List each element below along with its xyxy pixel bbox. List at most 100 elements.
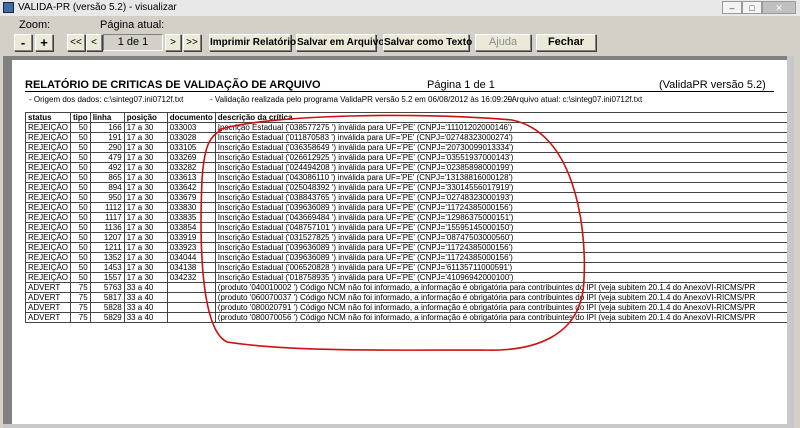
save-text-button[interactable]: Salvar como Texto	[383, 34, 472, 51]
table-cell: 865	[89, 172, 125, 183]
table-row: REJEIÇÃO 50 1453 17 a 30 034138 Inscrição Est…	[24, 262, 788, 273]
table-cell: 492	[89, 162, 125, 173]
title-bar: VALIDA-PR (versão 5.2) - visualizar – □ …	[0, 0, 800, 17]
table-cell	[166, 302, 216, 313]
table-cell: 034138	[166, 262, 216, 273]
table-cell: Inscrição Estadual ('011870583 ') inváli…	[214, 132, 788, 143]
table-cell: Inscrição Estadual ('038577275 ') inváli…	[214, 122, 788, 133]
table-cell: 50	[70, 212, 91, 223]
table-cell: 290	[89, 142, 125, 153]
table-cell: 1207	[89, 232, 125, 243]
table-cell: 033282	[166, 162, 216, 173]
table-cell: REJEIÇÃO	[24, 152, 72, 163]
vertical-scrollbar[interactable]	[787, 56, 794, 428]
table-row: REJEIÇÃO 50 1136 17 a 30 033854 Inscrição Est…	[24, 222, 788, 233]
report-viewer[interactable]: RELATÓRIO DE CRITICAS DE VALIDAÇÃO DE AR…	[3, 56, 794, 428]
table-cell: 50	[70, 252, 91, 263]
table-cell: REJEIÇÃO	[24, 222, 72, 233]
table-cell: (produto '080020791 ') Código NCM não fo…	[214, 302, 788, 313]
table-cell: 479	[89, 152, 125, 163]
table-cell: REJEIÇÃO	[24, 162, 72, 173]
table-cell: 50	[70, 132, 91, 143]
minimize-button[interactable]: –	[722, 1, 742, 14]
close-button[interactable]: Fechar	[536, 34, 596, 51]
table-cell: 75	[70, 312, 91, 323]
first-page-button[interactable]: <<	[67, 34, 85, 51]
next-page-button[interactable]: >	[165, 34, 181, 51]
table-cell: Inscrição Estadual ('039636089 ') inváli…	[214, 242, 788, 253]
table-row: ADVERT 75 5763 33 a 40 (produto '040010002 '…	[24, 282, 788, 293]
table-cell: Inscrição Estadual ('024494208 ') inváli…	[214, 162, 788, 173]
table-cell: REJEIÇÃO	[24, 172, 72, 183]
table-cell: 191	[89, 132, 125, 143]
table-cell: 033028	[166, 132, 216, 143]
zoom-out-button[interactable]: -	[14, 34, 32, 51]
horizontal-scrollbar[interactable]	[3, 424, 787, 428]
table-cell	[166, 292, 216, 303]
close-window-button[interactable]: ✕	[762, 1, 796, 14]
table-cell: 1211	[89, 242, 125, 253]
table-row: REJEIÇÃO 50 865 17 a 30 033613 Inscrição Esta…	[24, 172, 788, 183]
table-cell: 17 a 30	[123, 262, 168, 273]
table-cell: 5828	[89, 302, 125, 313]
table-cell: REJEIÇÃO	[24, 252, 72, 263]
window-title: VALIDA-PR (versão 5.2) - visualizar	[18, 2, 177, 13]
table-row: REJEIÇÃO 50 1557 17 a 30 034232 Inscrição Est…	[24, 272, 788, 283]
app-icon	[3, 2, 14, 13]
table-cell: 894	[89, 182, 125, 193]
column-header: posição	[123, 112, 168, 123]
table-row: REJEIÇÃO 50 191 17 a 30 033028 Inscrição Esta…	[24, 132, 788, 143]
table-cell: 17 a 30	[123, 182, 168, 193]
table-header-row: status tipo linha posição documento descrição…	[24, 112, 788, 123]
table-cell: 1453	[89, 262, 125, 273]
table-cell: 17 a 30	[123, 152, 168, 163]
table-cell: 50	[70, 272, 91, 283]
table-row: REJEIÇÃO 50 492 17 a 30 033282 Inscrição Esta…	[24, 162, 788, 173]
table-cell: Inscrição Estadual ('039636089 ') inváli…	[214, 202, 788, 213]
table-cell: 17 a 30	[123, 252, 168, 263]
table-cell: 033835	[166, 212, 216, 223]
report-origin: - Origem dos dados: c:\sinteg07.ini0712f…	[29, 95, 184, 104]
table-row: REJEIÇÃO 50 950 17 a 30 033679 Inscrição Esta…	[24, 192, 788, 203]
table-cell: 75	[70, 292, 91, 303]
report-page: RELATÓRIO DE CRITICAS DE VALIDAÇÃO DE AR…	[12, 60, 788, 424]
table-cell: Inscrição Estadual ('043669484 ') inváli…	[214, 212, 788, 223]
table-cell: 50	[70, 162, 91, 173]
table-cell: 1352	[89, 252, 125, 263]
table-cell: REJEIÇÃO	[24, 262, 72, 273]
help-button[interactable]: Ajuda	[475, 34, 531, 51]
table-row: ADVERT 75 5828 33 a 40 (produto '080020791 '…	[24, 302, 788, 313]
table-cell: 17 a 30	[123, 162, 168, 173]
table-cell: 033923	[166, 242, 216, 253]
table-cell: 33 a 40	[123, 292, 168, 303]
table-cell: 50	[70, 222, 91, 233]
zoom-in-button[interactable]: +	[35, 34, 53, 51]
table-cell: 75	[70, 282, 91, 293]
table-cell	[166, 282, 216, 293]
table-cell: Inscrição Estadual ('043086110 ') inváli…	[214, 172, 788, 183]
prev-page-button[interactable]: <	[86, 34, 102, 51]
table-row: REJEIÇÃO 50 479 17 a 30 033269 Inscrição Esta…	[24, 152, 788, 163]
print-report-button[interactable]: Imprimir Relatório	[209, 34, 296, 51]
table-cell: ADVERT	[24, 302, 72, 313]
table-cell: 17 a 30	[123, 172, 168, 183]
last-page-button[interactable]: >>	[183, 34, 201, 51]
table-cell: 50	[70, 182, 91, 193]
table-cell: REJEIÇÃO	[24, 272, 72, 283]
table-row: REJEIÇÃO 50 1112 17 a 30 033830 Inscrição Est…	[24, 202, 788, 213]
table-cell: ADVERT	[24, 292, 72, 303]
table-cell: 033830	[166, 202, 216, 213]
table-cell: 50	[70, 242, 91, 253]
table-row: REJEIÇÃO 50 1117 17 a 30 033835 Inscrição Est…	[24, 212, 788, 223]
column-header: tipo	[70, 112, 91, 123]
table-row: REJEIÇÃO 50 894 17 a 30 033642 Inscrição Esta…	[24, 182, 788, 193]
table-cell: ADVERT	[24, 282, 72, 293]
maximize-button[interactable]: □	[742, 1, 762, 14]
save-file-button[interactable]: Salvar em Arquivo	[296, 34, 384, 51]
table-cell: (produto '080070056 ') Código NCM não fo…	[214, 312, 788, 323]
table-cell: Inscrição Estadual ('026612925 ') inváli…	[214, 152, 788, 163]
current-page-label: Página atual:	[100, 19, 165, 31]
table-cell: 50	[70, 192, 91, 203]
table-cell: 1112	[89, 202, 125, 213]
table-cell: 33 a 40	[123, 312, 168, 323]
